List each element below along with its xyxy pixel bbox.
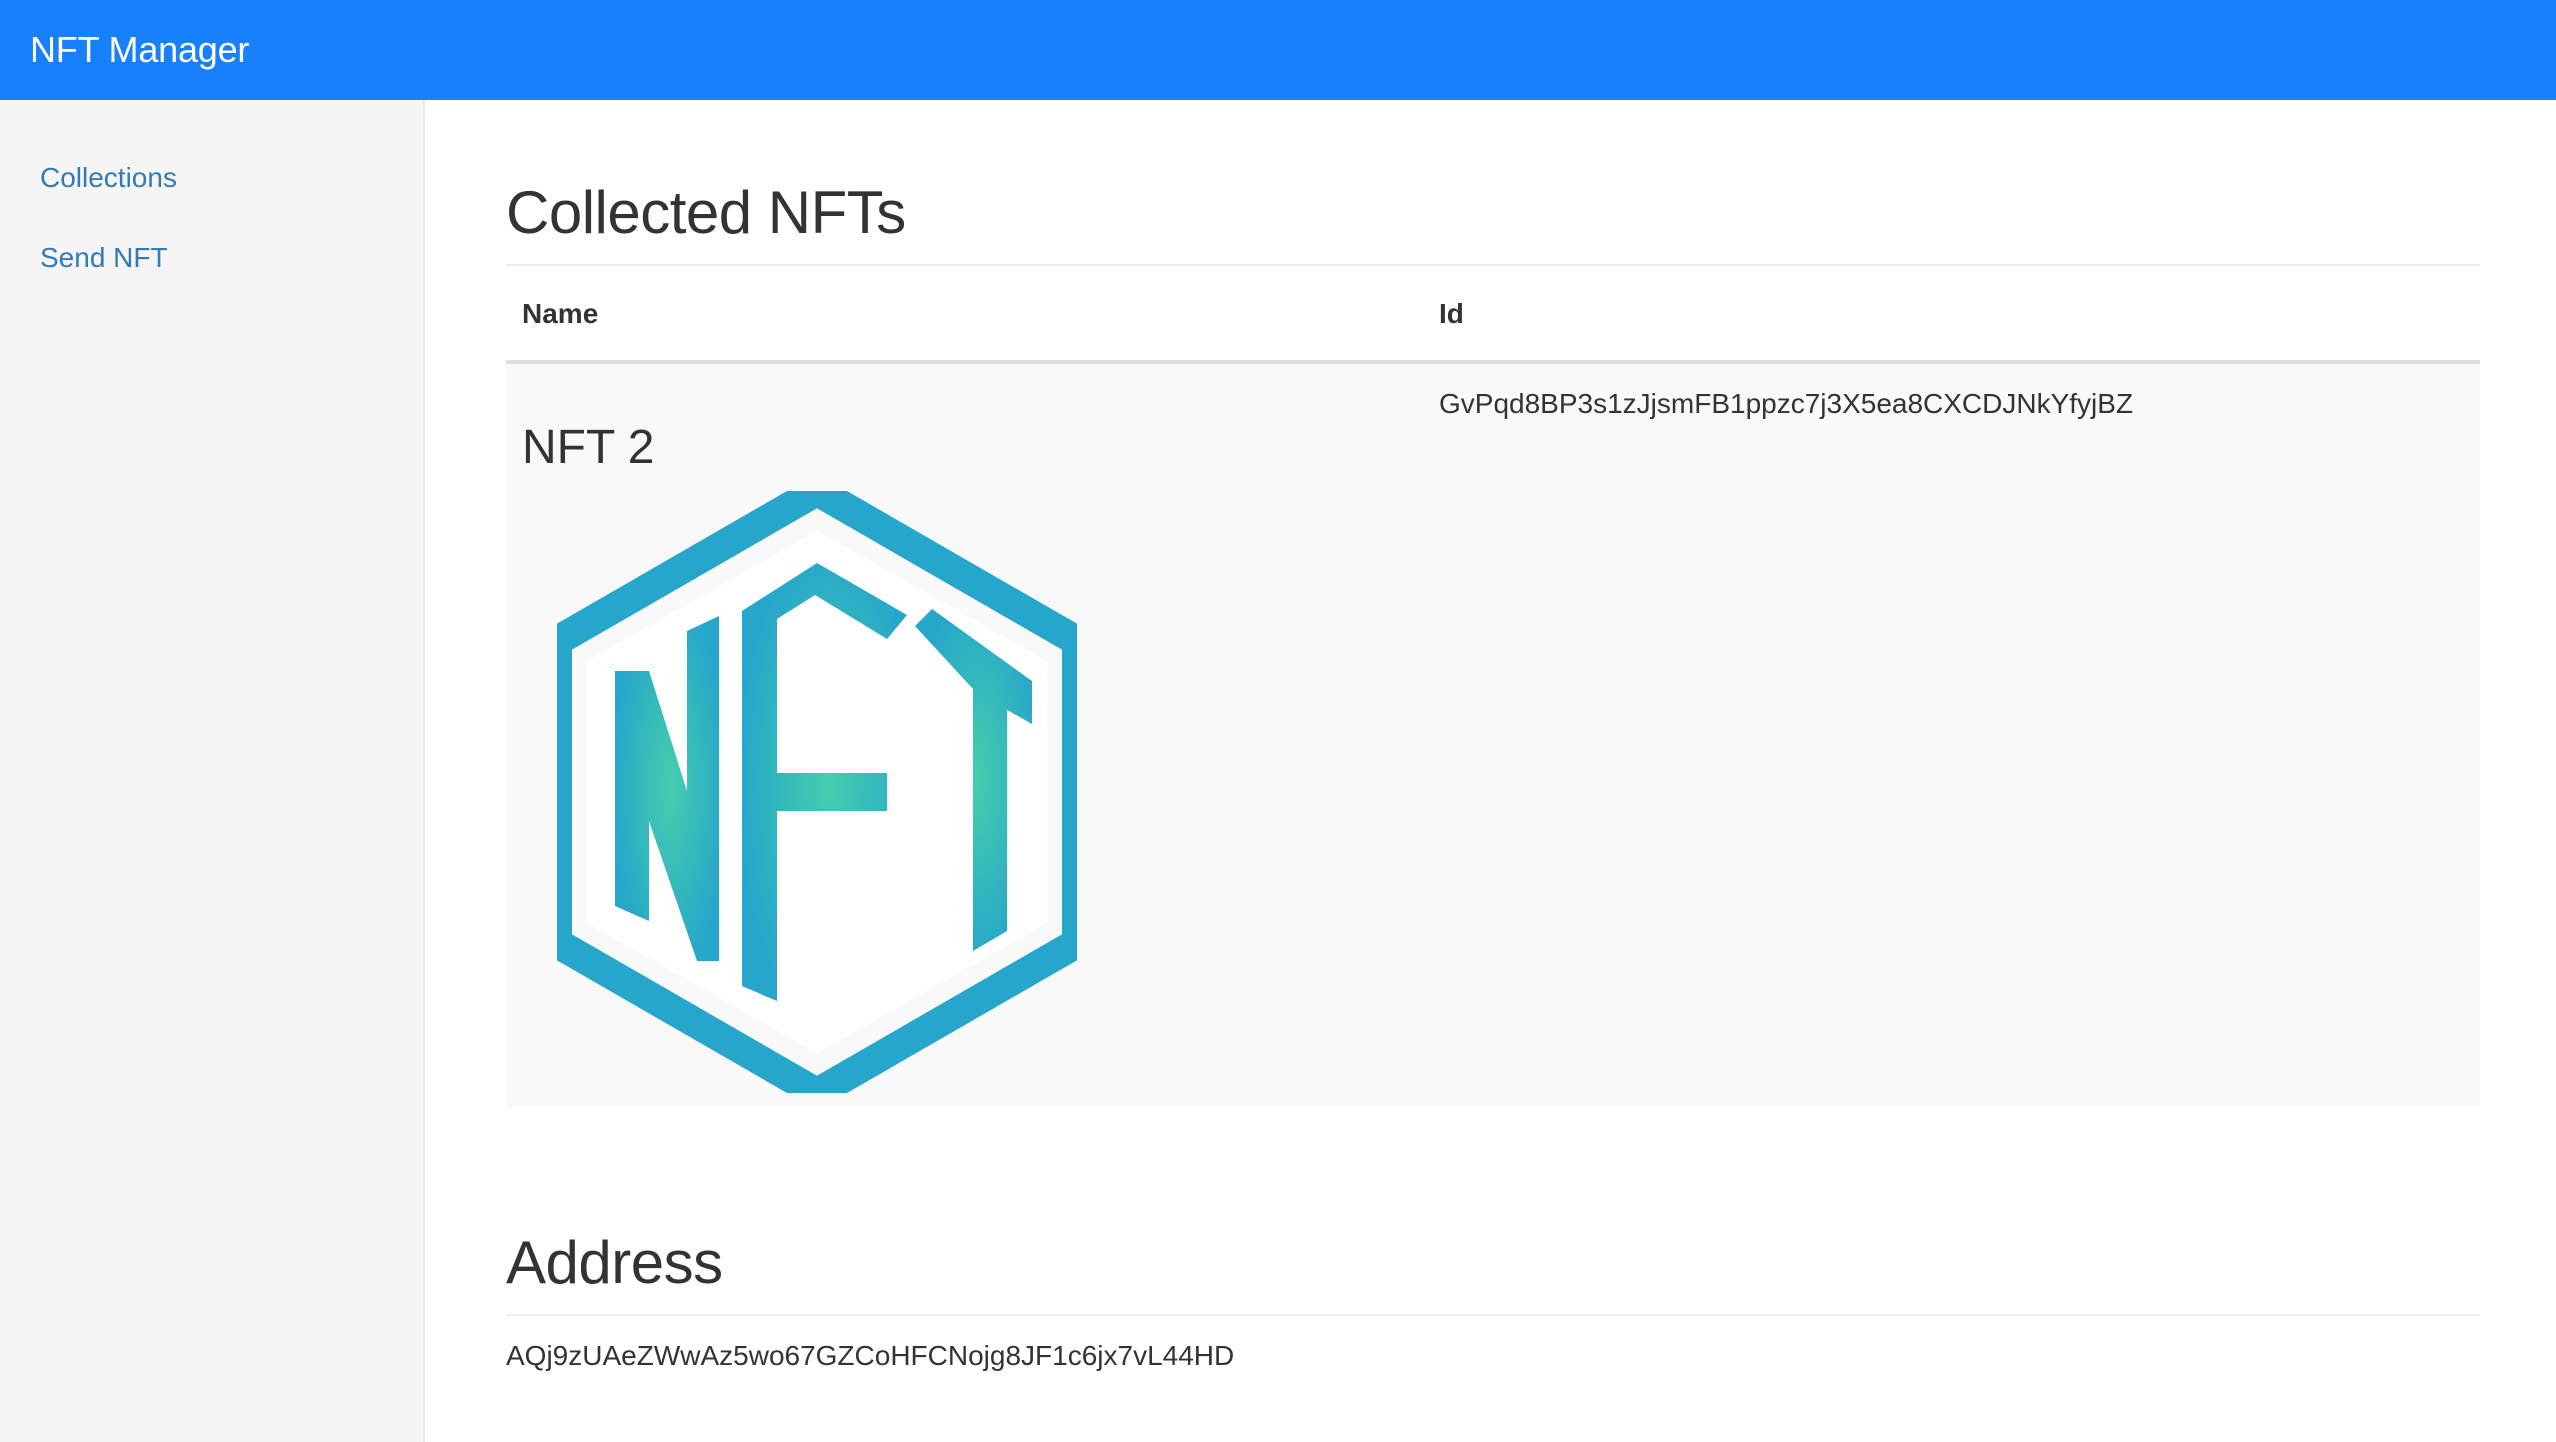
nft-name-cell: NFT 2: [506, 362, 1423, 1107]
brand-link[interactable]: NFT Manager: [30, 29, 249, 71]
address-divider: [506, 1314, 2480, 1316]
nft-name: NFT 2: [522, 421, 655, 474]
table-row: NFT 2 GvPqd8BP3s1zJjsmFB1ppzc7j3X5ea8CXC…: [506, 362, 2480, 1107]
nft-logo-image: [557, 491, 1077, 1093]
table-header-row: Name Id: [506, 268, 2480, 364]
sidebar-item-send-nft[interactable]: Send NFT: [40, 242, 168, 274]
nft-id: GvPqd8BP3s1zJjsmFB1ppzc7j3X5ea8CXCDJNkYf…: [1439, 388, 2134, 419]
column-header-id: Id: [1423, 268, 2480, 364]
nft-table: Name Id NFT 2 GvPqd8BP3s1zJjsmFB1ppzc7j3…: [506, 268, 2480, 1107]
heading-divider: [506, 264, 2480, 266]
collected-nfts-heading: Collected NFTs: [506, 179, 906, 246]
sidebar-item-collections[interactable]: Collections: [40, 162, 177, 194]
column-header-name: Name: [506, 268, 1423, 364]
sidebar: Collections Send NFT: [0, 100, 425, 1442]
address-heading: Address: [506, 1229, 723, 1296]
top-navbar: NFT Manager: [0, 0, 2556, 100]
wallet-address: AQj9zUAeZWwAz5wo67GZCoHFCNojg8JF1c6jx7vL…: [506, 1340, 1235, 1371]
nft-id-cell: GvPqd8BP3s1zJjsmFB1ppzc7j3X5ea8CXCDJNkYf…: [1423, 362, 2480, 1107]
